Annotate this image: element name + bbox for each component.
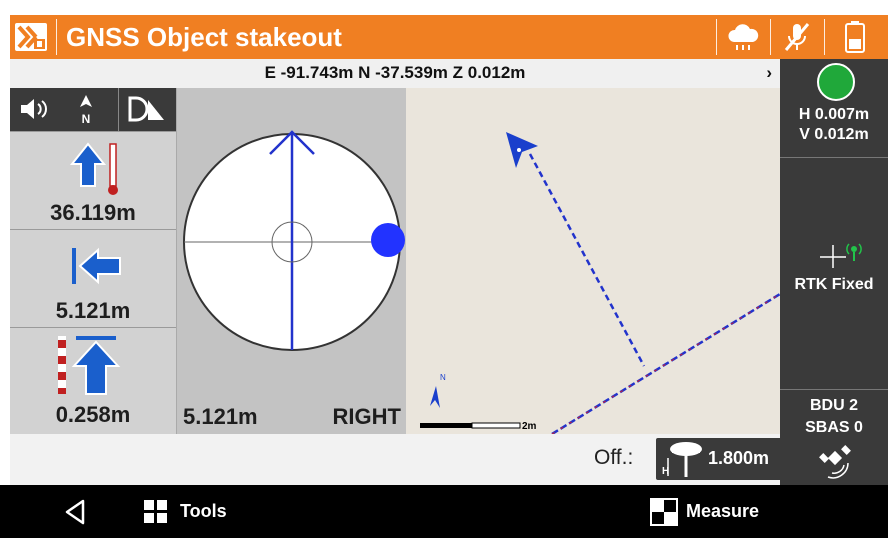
toolbar-divider (118, 88, 119, 131)
coordinate-bar[interactable]: E -91.743m N -37.539m Z 0.012m › (10, 59, 780, 89)
lateral-distance-box[interactable]: 5.121m (10, 229, 176, 328)
title-divider (824, 19, 825, 55)
vertical-precision: V 0.012m (799, 126, 869, 143)
arrow-left-icon (72, 247, 121, 285)
battery-icon[interactable] (844, 20, 866, 54)
status-column: H 0.007m V 0.012m RTK Fixed BDU 2 SBAS 0 (780, 59, 888, 485)
back-icon[interactable] (64, 499, 86, 525)
bullseye-compass (183, 130, 405, 351)
scale-bar-white (471, 422, 521, 429)
stakeout-map[interactable]: N 2m (406, 88, 780, 434)
arrow-up-height-icon (58, 336, 121, 395)
tools-label: Tools (180, 501, 227, 521)
measure-icon (650, 498, 678, 526)
svg-text:H: H (662, 466, 669, 477)
antenna-pole-icon: H (662, 442, 702, 477)
forward-distance-box[interactable]: 36.119m (10, 131, 176, 230)
antenna-height-button[interactable]: H 1.800m (656, 438, 784, 480)
forward-distance-value: 36.119m (50, 200, 136, 225)
chevron-right-icon[interactable]: › (766, 63, 772, 83)
current-coordinates: E -91.743m N -37.539m Z 0.012m (264, 63, 526, 82)
scale-bar-black (420, 423, 472, 428)
fix-status: RTK Fixed (794, 276, 874, 293)
height-difference-box[interactable]: 0.258m (10, 327, 176, 435)
sbas-count: SBAS 0 (805, 419, 863, 436)
target-position-marker (371, 223, 405, 257)
stakeout-values-panel: N 36.119m 5.121m 0.258m (10, 88, 176, 435)
scale-label: 2m (522, 421, 537, 432)
svg-text:N: N (440, 373, 446, 382)
offset-distance: 5.121m (183, 404, 258, 429)
north-arrow-icon (430, 386, 440, 408)
svg-text:N: N (82, 112, 91, 126)
view-mode-icon[interactable] (126, 94, 168, 124)
title-divider (56, 19, 57, 55)
north-orientation-icon[interactable]: N (74, 93, 98, 127)
microphone-off-icon[interactable] (780, 20, 814, 54)
app-logo-icon[interactable] (14, 20, 48, 54)
panel-toolbar: N (10, 88, 176, 143)
weather-cloud-icon[interactable] (726, 20, 760, 54)
compass-panel: 5.121m RIGHT (176, 88, 407, 434)
page-title: GNSS Object stakeout (66, 22, 342, 52)
measure-label: Measure (686, 501, 760, 521)
horizontal-precision: H 0.007m (798, 106, 870, 123)
rtk-antenna-icon[interactable] (818, 239, 862, 269)
height-difference-value: 0.258m (55, 402, 131, 427)
lateral-distance-value: 5.121m (55, 298, 131, 323)
target-direction-arrow (506, 132, 538, 168)
satellite-icon[interactable] (818, 443, 854, 479)
bottom-info-bar: Off.: H 1.800m (10, 434, 784, 485)
guide-line (528, 153, 646, 367)
arrow-forward-icon (69, 142, 118, 195)
speaker-icon[interactable] (18, 96, 52, 122)
offset-direction: RIGHT (332, 404, 401, 429)
grid-icon (144, 500, 167, 523)
antenna-height-value: 1.800m (708, 448, 770, 468)
title-divider (770, 19, 771, 55)
title-divider (716, 19, 717, 55)
bdu-count: BDU 2 (809, 397, 858, 414)
navigation-bar: Tools Measure (0, 485, 888, 538)
divider (780, 389, 888, 390)
app-screen: GNSS Object stakeout E -91.743m N -37.53… (0, 0, 888, 538)
offset-label: Off.: (594, 446, 634, 469)
title-bar: GNSS Object stakeout (10, 15, 888, 59)
divider (780, 157, 888, 158)
position-quality-indicator[interactable] (817, 63, 855, 101)
